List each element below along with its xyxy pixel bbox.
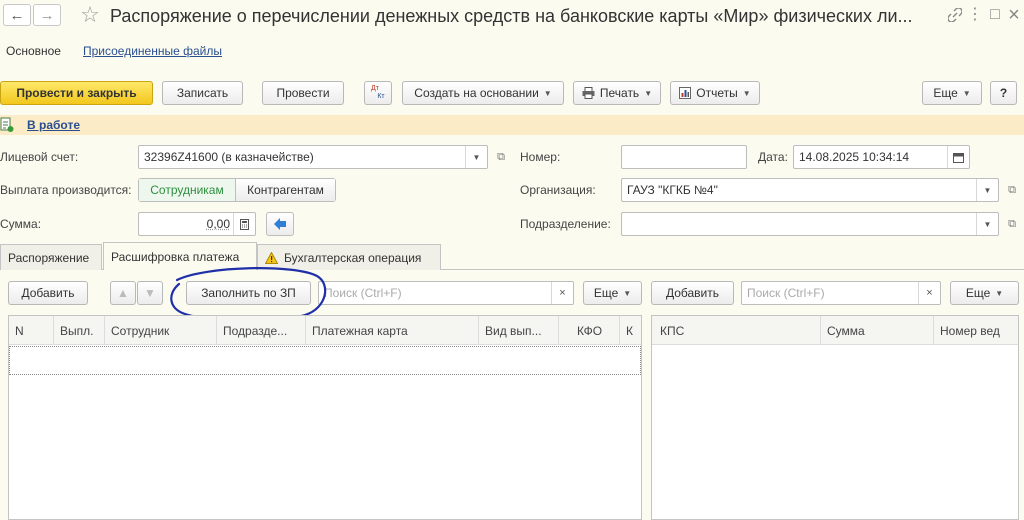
account-label: Лицевой счет: — [0, 150, 79, 164]
section-attached-files[interactable]: Присоединенные файлы — [83, 44, 222, 58]
chevron-down-icon: ▼ — [995, 288, 1004, 298]
payment-to-toggle: Сотрудникам Контрагентам — [138, 178, 336, 202]
date-label: Дата: — [758, 150, 788, 164]
open-icon[interactable]: ⧉ — [1003, 213, 1021, 235]
account-field[interactable]: 32396Z41600 (в казначействе) ▼ — [138, 145, 488, 169]
col-employee[interactable]: Сотрудник — [105, 316, 217, 345]
post-and-close-button[interactable]: Провести и закрыть — [0, 81, 153, 105]
arrow-up-icon: ▲ — [117, 286, 129, 300]
right-more-label: Еще — [965, 286, 991, 300]
create-based-on-label: Создать на основании — [414, 86, 539, 100]
date-field[interactable]: 14.08.2025 10:34:14 — [793, 145, 970, 169]
move-down-button[interactable]: ▼ — [137, 281, 163, 305]
number-label: Номер: — [520, 150, 561, 164]
calendar-icon[interactable] — [947, 146, 969, 168]
maximize-icon[interactable]: □ — [986, 4, 1004, 26]
department-field[interactable]: ▼ — [621, 212, 999, 236]
open-icon[interactable]: ⧉ — [1003, 179, 1021, 201]
left-more-button[interactable]: Еще ▼ — [583, 281, 642, 305]
department-label: Подразделение: — [520, 217, 611, 231]
col-department[interactable]: Подразде... — [217, 316, 306, 345]
forward-button[interactable]: → — [33, 4, 61, 26]
chevron-down-icon[interactable]: ▼ — [976, 179, 998, 201]
amount-field[interactable]: 0,00 — [138, 212, 256, 236]
right-grid — [651, 315, 1019, 520]
clear-icon[interactable]: × — [918, 282, 940, 304]
print-label: Печать — [599, 86, 640, 100]
amount-value: 0,00 — [206, 217, 230, 231]
organization-label: Организация: — [520, 183, 596, 197]
arrow-down-icon: ▼ — [144, 286, 156, 300]
move-up-button[interactable]: ▲ — [110, 281, 136, 305]
account-value: 32396Z41600 (в казначействе) — [144, 150, 314, 164]
window-title: Распоряжение о перечислении денежных сре… — [110, 6, 913, 26]
col-k[interactable]: К — [620, 316, 641, 345]
col-payout-type[interactable]: Вид вып... — [479, 316, 559, 345]
dt-kt-icon-bottom: Кт — [377, 93, 385, 100]
chevron-down-icon: ▼ — [543, 88, 552, 98]
chevron-down-icon: ▼ — [962, 88, 971, 98]
save-button[interactable]: Записать — [162, 81, 243, 105]
arrow-left-icon — [274, 218, 286, 230]
left-search-placeholder: Поиск (Ctrl+F) — [324, 286, 402, 300]
right-add-button[interactable]: Добавить — [651, 281, 734, 305]
right-search-placeholder: Поиск (Ctrl+F) — [747, 286, 825, 300]
number-field[interactable] — [621, 145, 747, 169]
col-payout[interactable]: Выпл. — [54, 316, 105, 345]
dt-kt-icon-top: Дт — [371, 85, 379, 92]
payment-to-label: Выплата производится: — [0, 183, 132, 197]
chevron-down-icon: ▼ — [742, 88, 751, 98]
chevron-down-icon[interactable]: ▼ — [465, 146, 487, 168]
report-icon — [679, 87, 692, 99]
dt-kt-button[interactable]: Дт Кт — [364, 81, 392, 105]
date-value: 14.08.2025 10:34:14 — [799, 150, 910, 164]
reports-label: Отчеты — [696, 86, 738, 100]
more-button[interactable]: Еще ▼ — [922, 81, 982, 105]
table-row[interactable] — [9, 346, 641, 375]
arrow-right-icon: → — [39, 6, 55, 24]
col-payment-card[interactable]: Платежная карта — [306, 316, 479, 345]
col-sum[interactable]: Сумма — [821, 316, 934, 345]
chevron-down-icon: ▼ — [644, 88, 653, 98]
status-link[interactable]: В работе — [27, 118, 80, 132]
organization-value: ГАУЗ "КГКБ №4" — [627, 183, 718, 197]
chevron-down-icon[interactable]: ▼ — [976, 213, 998, 235]
col-statement-number[interactable]: Номер вед — [934, 316, 1018, 345]
link-icon[interactable] — [944, 5, 966, 25]
calculator-icon[interactable] — [233, 213, 255, 235]
col-kfo[interactable]: КФО — [559, 316, 620, 345]
post-button[interactable]: Провести — [262, 81, 344, 105]
tab-order[interactable]: Распоряжение — [0, 244, 102, 270]
col-n[interactable]: N — [9, 316, 54, 345]
right-search-input[interactable]: Поиск (Ctrl+F) × — [741, 281, 941, 305]
left-search-input[interactable]: Поиск (Ctrl+F) × — [318, 281, 574, 305]
fill-amount-button[interactable] — [266, 212, 294, 236]
create-based-on-button[interactable]: Создать на основании ▼ — [402, 81, 564, 105]
status-bar — [0, 115, 1024, 135]
arrow-left-icon: ← — [9, 6, 25, 24]
clear-icon[interactable]: × — [551, 282, 573, 304]
reports-button[interactable]: Отчеты ▼ — [670, 81, 760, 105]
amount-label: Сумма: — [0, 217, 42, 231]
add-row-button[interactable]: Добавить — [8, 281, 88, 305]
more-actions-icon[interactable]: ⋮ — [966, 4, 984, 26]
col-kps[interactable]: КПС — [652, 316, 821, 345]
print-button[interactable]: Печать ▼ — [573, 81, 661, 105]
favorite-star-icon[interactable]: ☆ — [76, 0, 104, 30]
back-button[interactable]: ← — [3, 4, 31, 26]
open-icon[interactable]: ⧉ — [492, 146, 510, 168]
section-main[interactable]: Основное — [6, 44, 61, 58]
status-icon — [0, 117, 14, 133]
toggle-contractors[interactable]: Контрагентам — [236, 179, 335, 201]
left-more-label: Еще — [593, 286, 619, 300]
toggle-employees[interactable]: Сотрудникам — [139, 179, 236, 201]
chevron-down-icon: ▼ — [623, 288, 632, 298]
printer-icon — [582, 87, 595, 99]
organization-field[interactable]: ГАУЗ "КГКБ №4" ▼ — [621, 178, 999, 202]
right-more-button[interactable]: Еще ▼ — [950, 281, 1019, 305]
help-button[interactable]: ? — [990, 81, 1017, 105]
more-label: Еще — [933, 86, 958, 100]
close-icon[interactable]: × — [1005, 3, 1023, 27]
